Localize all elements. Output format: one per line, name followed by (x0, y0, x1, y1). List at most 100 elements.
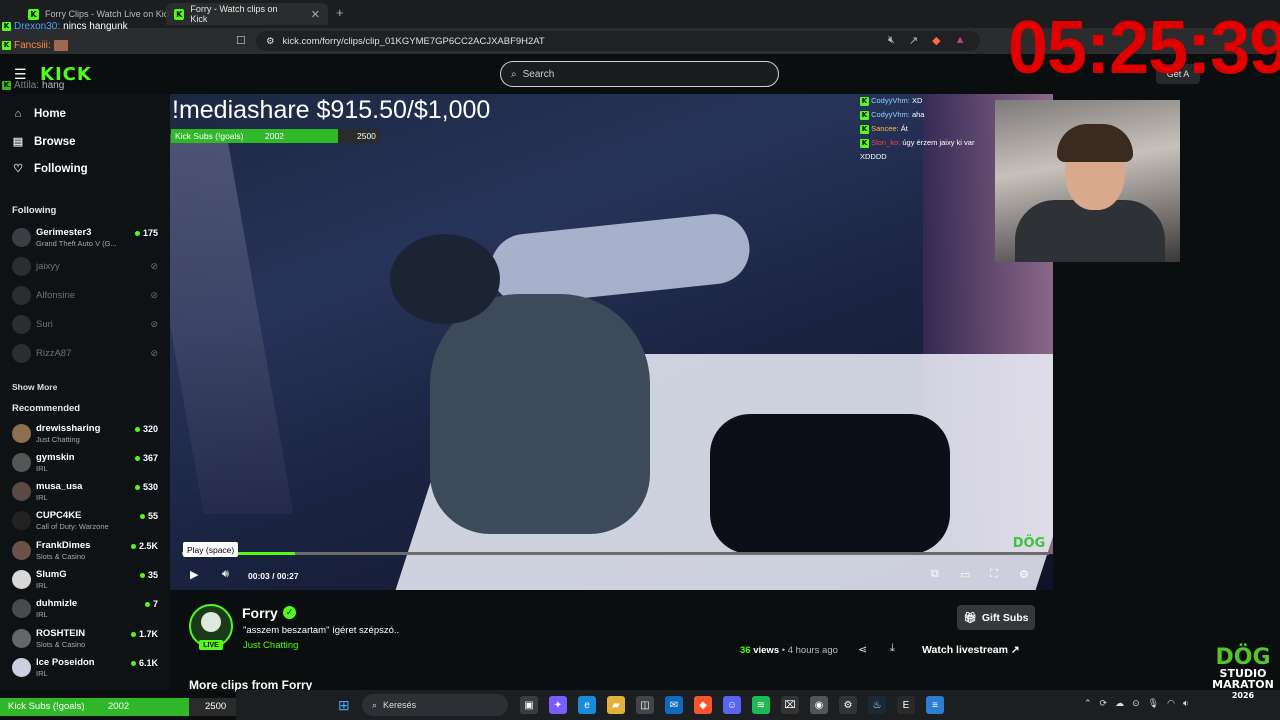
miniplayer-icon[interactable]: ⧉ (931, 568, 939, 581)
sidebar-item-home[interactable]: ⌂ Home (12, 108, 66, 120)
recommended-channel[interactable]: ROSHTEIN Slots & Casino 1.7K (10, 626, 160, 652)
outlook-icon[interactable]: ✉ (665, 696, 683, 714)
chat-text: nincs hangunk (63, 21, 128, 32)
settings-icon[interactable]: ⚙ (1019, 568, 1029, 581)
offline-icon: ⊘ (150, 290, 158, 300)
chat-message: K Sancee: Át (860, 122, 1000, 136)
site-info-icon[interactable]: ⚙ (266, 36, 275, 47)
avatar (12, 629, 31, 648)
store-icon[interactable]: ◫ (636, 696, 654, 714)
volume-icon[interactable]: 🔊︎ (222, 568, 229, 581)
copilot-icon[interactable]: ✦ (549, 696, 567, 714)
close-tab-icon[interactable]: ✕ (311, 8, 320, 21)
gift-subs-button[interactable]: 🎁︎ Gift Subs (957, 605, 1035, 630)
views-label: views (753, 645, 780, 656)
edge-icon[interactable]: e (578, 696, 596, 714)
rewards-icon[interactable]: ▲ (955, 34, 966, 47)
viewer-count-value: 6.1K (138, 658, 158, 668)
speaker-icon[interactable]: 🔉︎ (1183, 698, 1189, 709)
streamer-name[interactable]: Forry (242, 605, 278, 621)
offline-icon: ⊘ (150, 261, 158, 271)
viewer-count: 320 (134, 424, 158, 434)
following-channel[interactable]: RizzA87 ⊘ (10, 341, 160, 367)
windows-start-icon[interactable]: ⊞ (338, 697, 350, 714)
chat-user: Attila: (14, 80, 40, 91)
share-icon[interactable]: ↗ (909, 34, 918, 47)
viewer-count-value: 55 (147, 511, 158, 521)
task-view-icon[interactable]: ▣ (520, 696, 538, 714)
wifi-icon[interactable]: ◠ (1167, 698, 1175, 709)
search-placeholder: Search (522, 68, 555, 80)
discord-icon[interactable]: ☺ (723, 696, 741, 714)
channel-category: IRL (36, 493, 48, 502)
channel-category: IRL (36, 581, 48, 590)
live-dot-icon (144, 601, 150, 607)
avatar (12, 570, 31, 589)
taskbar-search[interactable]: ⌕ Keresés (362, 694, 508, 716)
following-channel[interactable]: Gerimester3 Grand Theft Auto V (G... 175 (10, 225, 160, 251)
file-explorer-icon[interactable]: ▰ (607, 696, 625, 714)
recommended-channel[interactable]: drewissharing Just Chatting 320 (10, 421, 160, 447)
live-dot-icon (130, 631, 136, 637)
sidebar-item-following[interactable]: ♡ Following (12, 162, 88, 176)
following-channel[interactable]: Suri ⊘ (10, 312, 160, 338)
avatar (12, 286, 31, 305)
kick-badge-icon: K (860, 110, 869, 120)
avatar (12, 658, 31, 677)
sync-icon[interactable]: ⟳ (1100, 698, 1108, 709)
recommended-channel[interactable]: gymskin IRL 367 (10, 450, 160, 476)
channel-category: Just Chatting (36, 435, 80, 444)
recommended-channel[interactable]: musa_usa IRL 530 (10, 479, 160, 505)
video-player[interactable] (170, 94, 1053, 590)
cloud-icon[interactable]: ☁ (1115, 698, 1124, 709)
recommended-channel[interactable]: FrankDimes Slots & Casino 2.5K (10, 538, 160, 564)
following-channel[interactable]: jaixyy ⊘ (10, 254, 160, 280)
kick-badge-icon: K (2, 22, 11, 31)
microphone-icon[interactable]: 🎙︎ (1148, 698, 1159, 709)
search-input[interactable]: ⌕ Search (500, 61, 779, 87)
brave-shield-icon[interactable]: ◆ (932, 34, 940, 47)
recommended-channel[interactable]: CUPC4KE Call of Duty: Warzone 55 (10, 508, 160, 534)
network-icon[interactable]: ⊙ (1132, 698, 1140, 709)
fullscreen-icon[interactable]: ⛶ (990, 568, 998, 581)
logo-year: 2026 (1231, 691, 1255, 700)
show-more-button[interactable]: Show More (12, 382, 57, 392)
seek-bar[interactable] (182, 552, 1049, 555)
bookmark-icon[interactable]: ☐ (236, 34, 246, 47)
recommended-channel[interactable]: SlumG IRL 35 (10, 567, 160, 593)
download-icon[interactable]: ⤓ (890, 642, 895, 655)
studio-maraton-logo: DÖG STUDIO MARATON 2026 (1210, 647, 1276, 718)
notepad-icon[interactable]: ≡ (926, 696, 944, 714)
settings-icon[interactable]: ⚙ (839, 696, 857, 714)
obs-icon[interactable]: ◉ (810, 696, 828, 714)
following-channel[interactable]: Alfonsine ⊘ (10, 283, 160, 309)
viewer-count: 367 (134, 453, 158, 463)
spotify-icon[interactable]: ≋ (752, 696, 770, 714)
app-icon[interactable]: ⌧ (781, 696, 799, 714)
subs-goal-current: 2002 (108, 701, 130, 712)
sidebar-item-browse[interactable]: ▤ Browse (12, 135, 76, 149)
brave-icon[interactable]: ◆ (694, 696, 712, 714)
avatar (12, 424, 31, 443)
avatar (12, 599, 31, 618)
recommended-section-title: Recommended (12, 403, 81, 414)
viewer-count: 530 (134, 482, 158, 492)
recommended-channel[interactable]: Ice Poseidon IRL 6.1K (10, 655, 160, 681)
new-tab-icon[interactable]: + (336, 5, 344, 20)
avatar (12, 257, 31, 276)
clip-category[interactable]: Just Chatting (243, 640, 298, 651)
steam-icon[interactable]: ♨ (868, 696, 886, 714)
watch-livestream-button[interactable]: Watch livestream ↗ (922, 644, 1020, 656)
epic-games-icon[interactable]: E (897, 696, 915, 714)
play-button[interactable]: ▶ (190, 568, 198, 581)
share-icon[interactable]: ⋖ (858, 643, 867, 656)
mute-icon[interactable]: 🔇︎ (888, 34, 895, 47)
clip-views: 36 views • 4 hours ago (740, 645, 838, 656)
chevron-up-icon[interactable]: ⌃ (1084, 698, 1092, 709)
url-field[interactable]: ⚙ kick.com/forry/clips/clip_01KGYME7GP6C… (256, 31, 980, 51)
chat-message: K CodyyVhm: XD (860, 94, 1000, 108)
theater-mode-icon[interactable]: ▭ (960, 568, 970, 581)
browser-tab-2[interactable]: K Forry - Watch clips on Kick ✕ (166, 3, 328, 25)
recommended-channel[interactable]: duhmizle IRL 7 (10, 596, 160, 622)
channel-name: Suri (36, 319, 53, 330)
